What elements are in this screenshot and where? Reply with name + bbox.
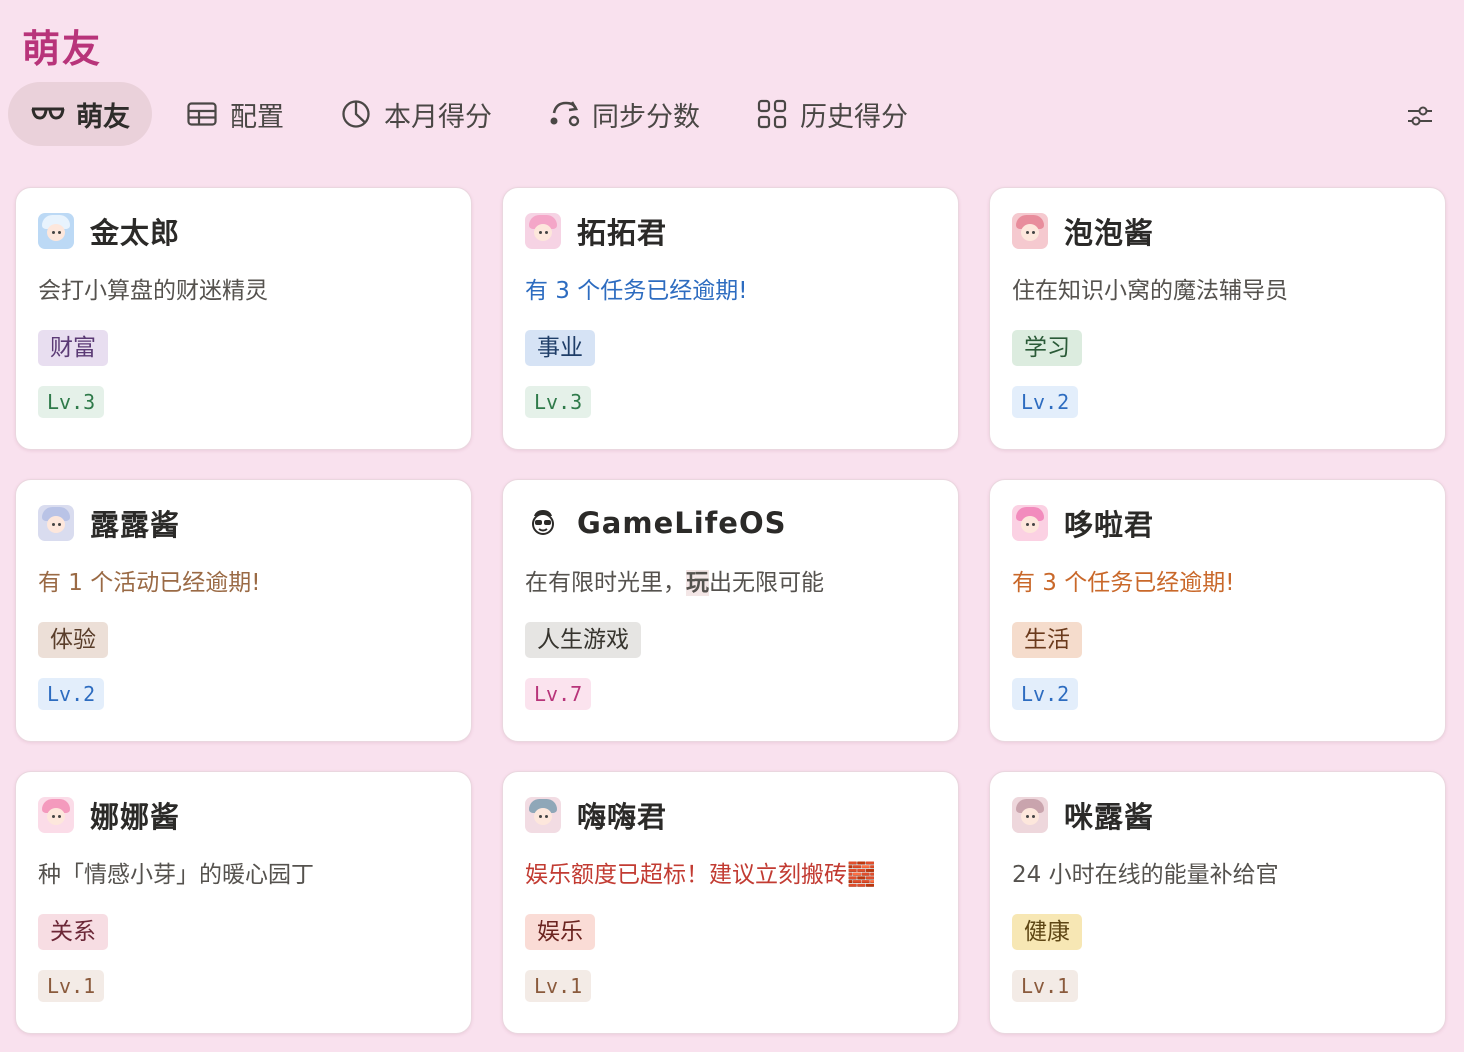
- glasses-icon: [30, 100, 66, 128]
- avatar: [525, 505, 561, 541]
- view-tabs: 萌友 配置 本月得分 同步分数 历史得分: [8, 82, 940, 146]
- tab-label: 配置: [230, 101, 284, 133]
- tab-label: 同步分数: [592, 101, 700, 133]
- avatar: [525, 213, 561, 249]
- friend-description: 有 3 个任务已经逾期!: [525, 278, 748, 304]
- tab-mengyou[interactable]: 萌友: [8, 82, 152, 146]
- table-icon: [184, 100, 220, 128]
- tab-sync-score[interactable]: 同步分数: [524, 82, 722, 146]
- category-tag: 关系: [38, 914, 108, 950]
- tab-monthly-score[interactable]: 本月得分: [316, 82, 514, 146]
- sync-icon: [546, 100, 582, 128]
- friend-card[interactable]: 拓拓君 有 3 个任务已经逾期! 事业 Lv.3: [502, 187, 959, 450]
- category-tag: 健康: [1012, 914, 1082, 950]
- page-title: 萌友: [22, 27, 103, 71]
- friend-name: 哆啦君: [1064, 508, 1155, 542]
- friend-description: 会打小算盘的财迷精灵: [38, 278, 268, 304]
- tab-config[interactable]: 配置: [162, 82, 306, 146]
- sliders-icon: [1408, 106, 1432, 126]
- level-badge: Lv.1: [38, 970, 105, 1002]
- friend-card[interactable]: GameLifeOS 在有限时光里，玩出无限可能 人生游戏 Lv.7: [502, 479, 959, 742]
- tab-label: 历史得分: [800, 101, 908, 133]
- avatar: [38, 505, 74, 541]
- friend-description: 有 3 个任务已经逾期!: [1012, 570, 1235, 596]
- friend-card[interactable]: 露露酱 有 1 个活动已经逾期! 体验 Lv.2: [15, 479, 472, 742]
- category-tag: 人生游戏: [525, 622, 641, 658]
- gallery-icon: [754, 99, 790, 129]
- avatar: [525, 797, 561, 833]
- level-badge: Lv.2: [38, 678, 105, 710]
- category-tag: 体验: [38, 622, 108, 658]
- friend-card[interactable]: 哆啦君 有 3 个任务已经逾期! 生活 Lv.2: [989, 479, 1446, 742]
- friend-name: 露露酱: [90, 508, 181, 542]
- level-badge: Lv.7: [525, 678, 592, 710]
- level-badge: Lv.2: [1012, 386, 1079, 418]
- friend-name: GameLifeOS: [577, 506, 787, 540]
- friend-name: 娜娜酱: [90, 800, 181, 834]
- friend-card[interactable]: 泡泡酱 住在知识小窝的魔法辅导员 学习 Lv.2: [989, 187, 1446, 450]
- friend-card[interactable]: 金太郎 会打小算盘的财迷精灵 财富 Lv.3: [15, 187, 472, 450]
- pie-chart-icon: [338, 100, 374, 128]
- avatar: [38, 213, 74, 249]
- avatar: [1012, 797, 1048, 833]
- category-tag: 生活: [1012, 622, 1082, 658]
- friend-card[interactable]: 咪露酱 24 小时在线的能量补给官 健康 Lv.1: [989, 771, 1446, 1034]
- friend-name: 嗨嗨君: [577, 800, 668, 834]
- avatar: [1012, 505, 1048, 541]
- friend-card[interactable]: 娜娜酱 种「情感小芽」的暖心园丁 关系 Lv.1: [15, 771, 472, 1034]
- filter-settings-button[interactable]: [1404, 102, 1436, 130]
- friend-description: 种「情感小芽」的暖心园丁: [38, 862, 314, 888]
- level-badge: Lv.1: [1012, 970, 1079, 1002]
- category-tag: 学习: [1012, 330, 1082, 366]
- friend-card-grid: 金太郎 会打小算盘的财迷精灵 财富 Lv.3 拓拓君 有 3 个任务已经逾期! …: [15, 187, 1447, 1037]
- friend-description: 24 小时在线的能量补给官: [1012, 862, 1279, 888]
- tab-history-score[interactable]: 历史得分: [732, 82, 930, 146]
- avatar: [38, 797, 74, 833]
- friend-card[interactable]: 嗨嗨君 娱乐额度已超标！建议立刻搬砖🧱 娱乐 Lv.1: [502, 771, 959, 1034]
- category-tag: 娱乐: [525, 914, 595, 950]
- friend-name: 拓拓君: [577, 216, 668, 250]
- category-tag: 事业: [525, 330, 595, 366]
- tab-label: 萌友: [76, 101, 130, 133]
- level-badge: Lv.3: [525, 386, 592, 418]
- friend-description: 住在知识小窝的魔法辅导员: [1012, 278, 1288, 304]
- level-badge: Lv.2: [1012, 678, 1079, 710]
- friend-description: 在有限时光里，玩出无限可能: [525, 570, 824, 596]
- tab-label: 本月得分: [384, 101, 492, 133]
- category-tag: 财富: [38, 330, 108, 366]
- friend-name: 咪露酱: [1064, 800, 1155, 834]
- sunglasses-face-icon: [532, 510, 554, 535]
- friend-description: 有 1 个活动已经逾期!: [38, 570, 261, 596]
- level-badge: Lv.1: [525, 970, 592, 1002]
- level-badge: Lv.3: [38, 386, 105, 418]
- avatar: [1012, 213, 1048, 249]
- friend-name: 泡泡酱: [1064, 216, 1155, 250]
- friend-description: 娱乐额度已超标！建议立刻搬砖🧱: [525, 862, 876, 888]
- friend-name: 金太郎: [90, 216, 181, 250]
